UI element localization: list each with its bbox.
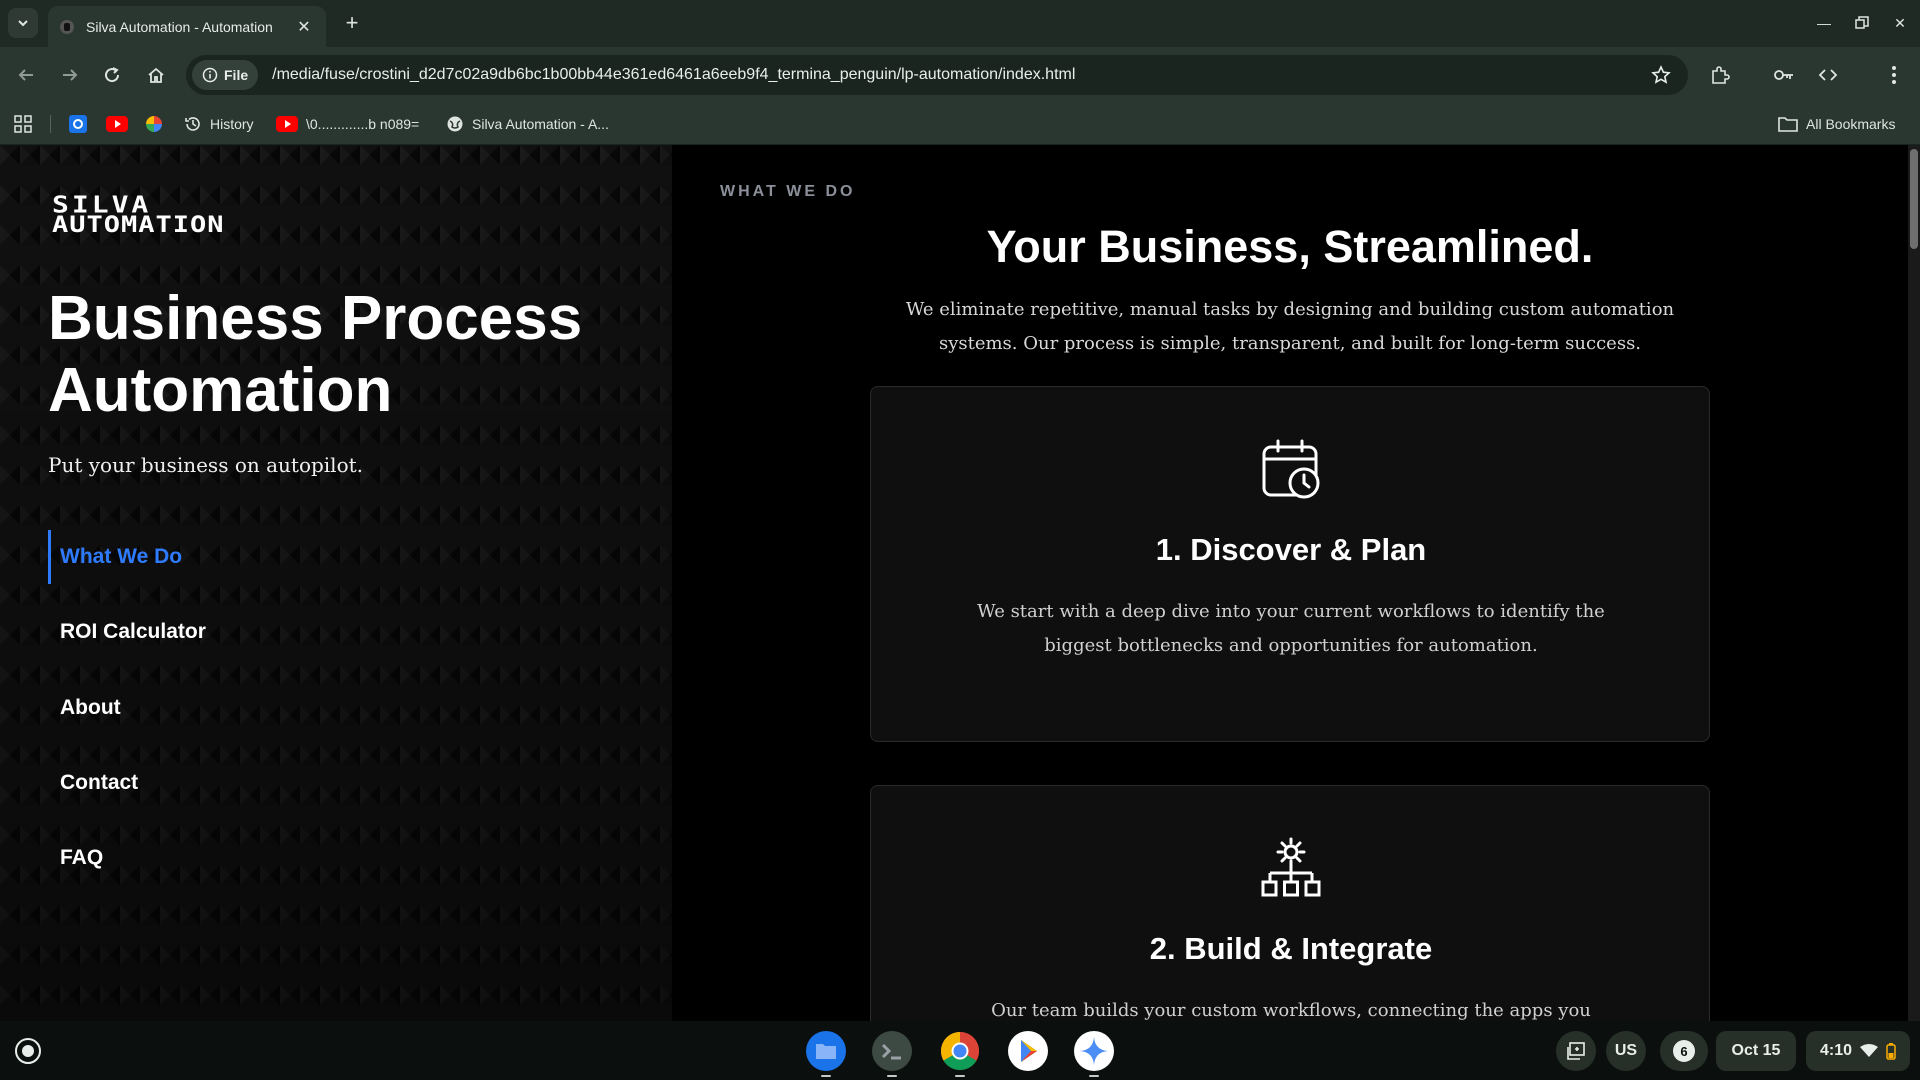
- card-title: 2. Build & Integrate: [1149, 931, 1433, 966]
- web-page: SILVA AUTOMATION Business Process Automa…: [0, 145, 1920, 1021]
- nav-item-what-we-do[interactable]: What We Do: [48, 530, 448, 584]
- browser-toolbar: File /media/fuse/crostini_d2d7c02a9db6bc…: [0, 47, 1920, 103]
- section-description: We eliminate repetitive, manual tasks by…: [905, 299, 1675, 354]
- bookmark-photos[interactable]: [144, 112, 164, 136]
- chrome-icon[interactable]: [940, 1031, 980, 1077]
- back-icon[interactable]: [12, 61, 40, 89]
- bookmarks-separator: [50, 115, 51, 133]
- wifi-icon: [1860, 1044, 1879, 1057]
- bookmark-label: Silva Automation - A...: [472, 116, 609, 132]
- address-bar[interactable]: File /media/fuse/crostini_d2d7c02a9db6bc…: [186, 55, 1688, 95]
- globe-icon: [447, 116, 463, 132]
- main-content: WHAT WE DO Your Business, Streamlined. W…: [672, 145, 1908, 1021]
- gear-network-icon: [1256, 834, 1326, 904]
- section-eyebrow: WHAT WE DO: [720, 183, 856, 200]
- bookmark-silva-automation[interactable]: Silva Automation - A...: [446, 112, 609, 136]
- clock-time: 4:10: [1819, 1042, 1853, 1059]
- devtools-code-icon[interactable]: [1814, 61, 1842, 89]
- bookmark-label: \0.............b n089=: [306, 116, 420, 132]
- card-title: 1. Discover & Plan: [1155, 532, 1427, 567]
- youtube-icon: [106, 116, 128, 132]
- all-bookmarks-label: All Bookmarks: [1806, 116, 1896, 132]
- date-tray[interactable]: Oct 15: [1716, 1031, 1796, 1071]
- browser-tab[interactable]: Silva Automation - Automation ✕: [48, 6, 326, 47]
- battery-charging-icon: [1886, 1043, 1896, 1060]
- logo-line-2: AUTOMATION: [52, 212, 225, 238]
- play-store-icon[interactable]: [1008, 1031, 1048, 1071]
- calendar-clock-icon: [1256, 435, 1326, 505]
- site-info-label: File: [224, 67, 249, 83]
- photos-pinwheel-icon: [146, 116, 162, 132]
- notification-count-badge: 6: [1673, 1040, 1695, 1062]
- sidebar: SILVA AUTOMATION Business Process Automa…: [0, 145, 672, 1021]
- keyboard-layout-indicator[interactable]: US: [1606, 1031, 1646, 1071]
- process-card-discover: 1. Discover & Plan We start with a deep …: [870, 386, 1710, 742]
- screen-capture-icon[interactable]: [1556, 1031, 1596, 1071]
- tab-search-button[interactable]: [8, 8, 38, 38]
- terminal-icon[interactable]: [872, 1031, 912, 1077]
- card-text: We start with a deep dive into your curr…: [977, 601, 1605, 656]
- bookmark-history[interactable]: History: [184, 112, 254, 136]
- logo-line-1: SILVA: [52, 191, 152, 219]
- bookmark-youtube[interactable]: [106, 112, 128, 136]
- url-text[interactable]: /media/fuse/crostini_d2d7c02a9db6bc1b00b…: [272, 66, 1646, 84]
- all-bookmarks-button[interactable]: All Bookmarks: [1778, 112, 1895, 136]
- restore-icon[interactable]: [1848, 10, 1876, 36]
- section-title: Your Business, Streamlined.: [986, 221, 1594, 272]
- nav-item-faq[interactable]: FAQ: [48, 831, 448, 885]
- silva-automation-logo[interactable]: SILVA AUTOMATION: [52, 191, 328, 239]
- bookmark-youtube-video[interactable]: \0.............b n089=: [276, 112, 419, 136]
- status-tray[interactable]: 4:10: [1806, 1031, 1910, 1071]
- tab-close-icon[interactable]: ✕: [294, 17, 314, 37]
- site-favicon-icon: [60, 19, 74, 34]
- youtube-icon: [276, 116, 298, 132]
- forward-icon[interactable]: [56, 61, 84, 89]
- scrollbar-thumb[interactable]: [1910, 149, 1918, 249]
- settings-gear-icon: [69, 115, 87, 133]
- history-icon: [185, 117, 200, 131]
- site-info-chip[interactable]: File: [192, 60, 259, 90]
- bookmarks-bar: History \0.............b n089= Silva Aut…: [0, 103, 1920, 145]
- close-window-icon[interactable]: ✕: [1886, 10, 1914, 36]
- hero-title: Business Process Automation: [48, 284, 583, 425]
- more-menu-icon[interactable]: [1880, 61, 1908, 89]
- bookmark-star-icon[interactable]: [1646, 65, 1676, 85]
- files-icon[interactable]: [806, 1031, 846, 1077]
- reload-icon[interactable]: [98, 61, 126, 89]
- bookmark-label: History: [210, 116, 254, 132]
- nav-item-roi-calculator[interactable]: ROI Calculator: [48, 605, 448, 659]
- browser-tabstrip: Silva Automation - Automation ✕ + — ✕: [0, 0, 1920, 47]
- tab-title: Silva Automation - Automation: [86, 18, 273, 35]
- folder-icon: [1778, 117, 1798, 132]
- password-key-icon[interactable]: [1770, 61, 1798, 89]
- chevron-down-icon: [18, 20, 28, 27]
- process-card-build: 2. Build & Integrate Our team builds you…: [870, 785, 1710, 1021]
- extensions-icon[interactable]: [1706, 61, 1734, 89]
- page-scrollbar[interactable]: [1908, 145, 1920, 1021]
- hero-subtitle: Put your business on autopilot.: [48, 453, 364, 477]
- info-icon: [202, 67, 218, 83]
- notification-tray[interactable]: 6: [1660, 1031, 1708, 1071]
- apps-grid-icon[interactable]: [14, 112, 32, 136]
- home-icon[interactable]: [142, 61, 170, 89]
- minimize-icon[interactable]: —: [1810, 10, 1838, 36]
- nav-item-about[interactable]: About: [48, 681, 448, 735]
- gemini-icon[interactable]: [1074, 1031, 1114, 1077]
- nav-item-contact[interactable]: Contact: [48, 756, 448, 810]
- bookmark-settings[interactable]: [68, 112, 88, 136]
- launcher-icon[interactable]: [10, 1033, 46, 1069]
- new-tab-button[interactable]: +: [338, 9, 366, 37]
- card-text: Our team builds your custom workflows, c…: [991, 1000, 1591, 1021]
- os-shelf: US 6 Oct 15 4:10: [0, 1021, 1920, 1080]
